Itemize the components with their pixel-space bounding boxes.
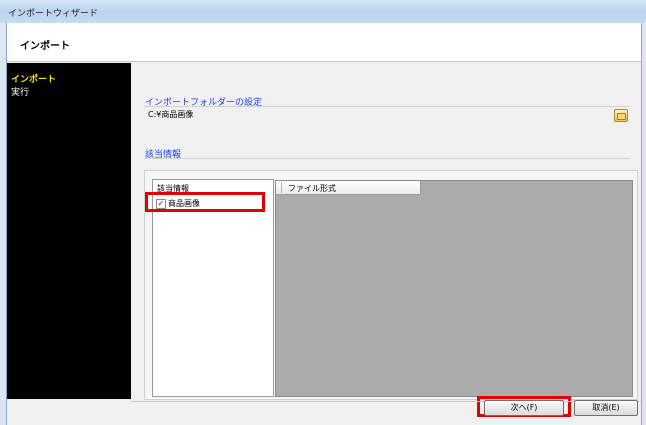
wizard-header: インポート [7, 23, 641, 62]
step-execute: 実行 [11, 88, 30, 98]
wizard-steps-sidebar: インポート 実行 [7, 63, 131, 399]
page-title: インポート [20, 41, 70, 52]
window-title-bar: インポートウィザード [0, 0, 646, 24]
info-group-divider [144, 158, 630, 159]
folder-path-field[interactable]: C:¥商品画像 [148, 109, 193, 120]
wizard-client-area: インポート インポート 実行 インポートフォルダーの設定 C:¥商品画像 該当情… [6, 23, 642, 425]
folder-browse-icon[interactable] [614, 109, 628, 122]
window-frame: インポート インポート 実行 インポートフォルダーの設定 C:¥商品画像 該当情… [0, 23, 646, 425]
folder-group-divider [144, 106, 630, 107]
file-grid[interactable]: ファイル形式 [275, 180, 633, 397]
column-header-label: ファイル形式 [288, 184, 336, 193]
footer-divider [131, 401, 641, 402]
step-import: インポート [11, 75, 57, 85]
column-header-file-format[interactable]: ファイル形式 [276, 181, 421, 195]
highlight-product-images [145, 192, 265, 212]
window-title: インポートウィザード [8, 9, 99, 19]
cancel-button[interactable]: 取消(E) [574, 400, 638, 416]
next-button[interactable]: 次へ(F) [484, 400, 564, 416]
